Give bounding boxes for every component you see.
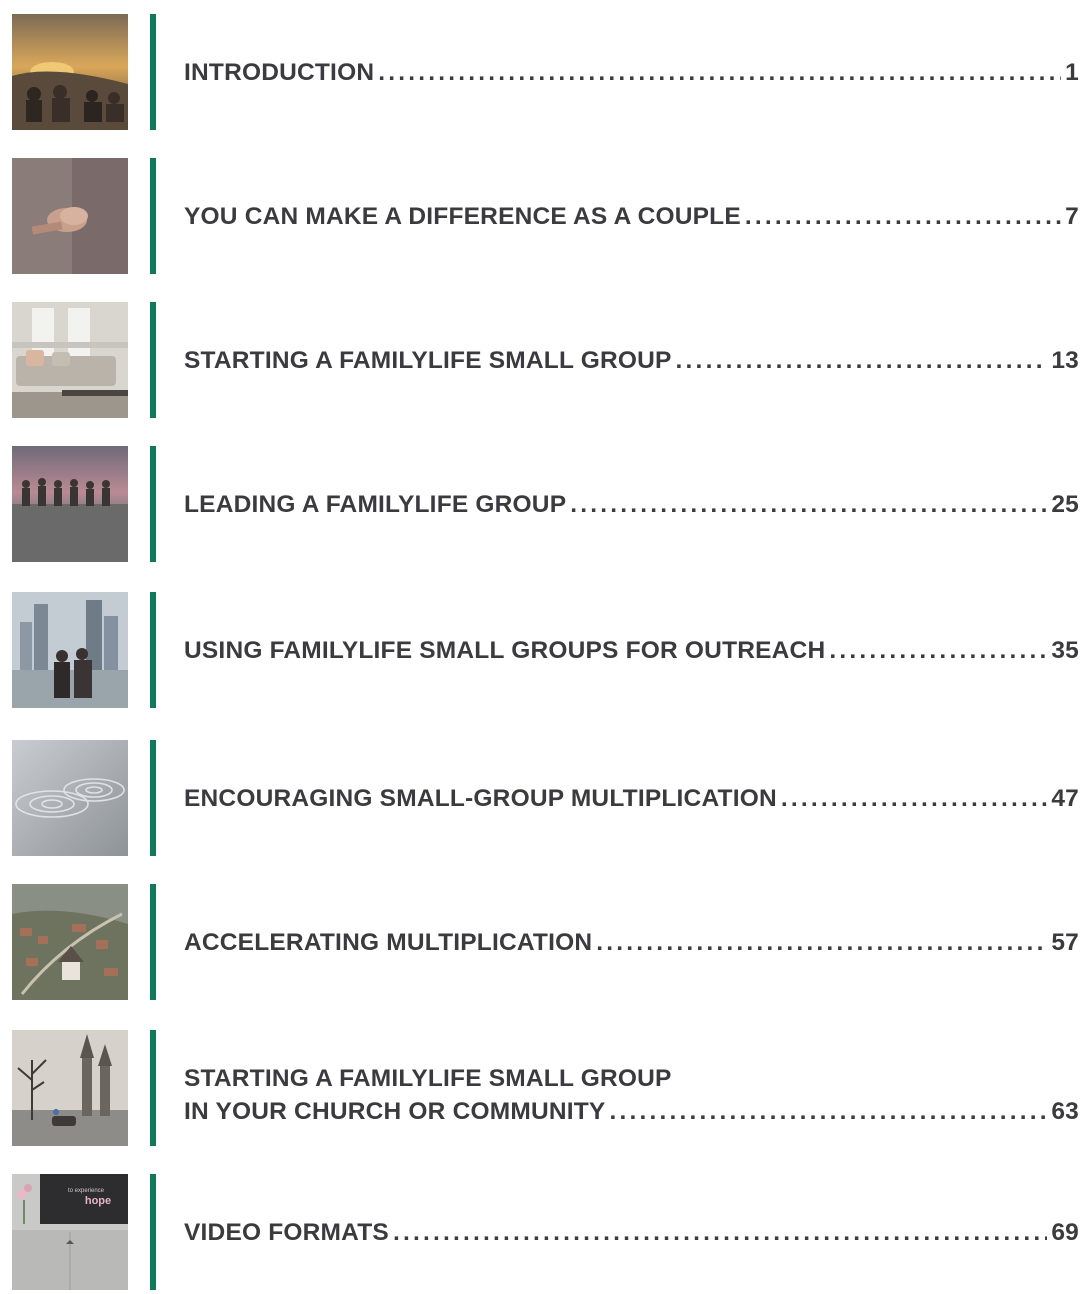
entry-title: ENCOURAGING SMALL-GROUP MULTIPLICATION xyxy=(184,784,777,812)
page-number: 57 xyxy=(1051,928,1079,956)
toc-row: ACCELERATING MULTIPLICATION ............… xyxy=(0,884,1081,1004)
toc-entry[interactable]: YOU CAN MAKE A DIFFERENCE AS A COUPLE ..… xyxy=(184,158,1079,274)
toc-entry[interactable]: INTRODUCTION ...........................… xyxy=(184,14,1079,130)
toc-entry[interactable]: ACCELERATING MULTIPLICATION ............… xyxy=(184,884,1079,1000)
page-number: 13 xyxy=(1051,346,1079,374)
dot-leader: ........................................… xyxy=(675,346,1048,374)
entry-title-line1: STARTING A FAMILYLIFE SMALL GROUP xyxy=(184,1065,672,1092)
accent-bar xyxy=(150,1174,156,1290)
entry-title: USING FAMILYLIFE SMALL GROUPS FOR OUTREA… xyxy=(184,636,826,664)
toc-entry[interactable]: USING FAMILYLIFE SMALL GROUPS FOR OUTREA… xyxy=(184,592,1079,708)
sunset-group-photo-icon xyxy=(12,14,128,130)
accent-bar xyxy=(150,302,156,418)
entry-title: IN YOUR CHURCH OR COMMUNITY xyxy=(184,1098,606,1125)
accent-bar xyxy=(150,884,156,1000)
page-number: 47 xyxy=(1051,784,1079,812)
page-number: 35 xyxy=(1051,636,1079,664)
entry-title: STARTING A FAMILYLIFE SMALL GROUP xyxy=(184,346,672,374)
holding-hands-photo-icon xyxy=(12,158,128,274)
accent-bar xyxy=(150,446,156,562)
water-ripples-photo-icon xyxy=(12,740,128,856)
toc-row: to experience hope VIDEO FORMATS .......… xyxy=(0,1174,1081,1294)
dot-leader: ........................................… xyxy=(829,636,1047,664)
entry-title: VIDEO FORMATS xyxy=(184,1218,389,1246)
page-number: 69 xyxy=(1051,1218,1079,1246)
toc-row: YOU CAN MAKE A DIFFERENCE AS A COUPLE ..… xyxy=(0,158,1081,278)
entry-title: INTRODUCTION xyxy=(184,58,375,86)
dot-leader: ........................................… xyxy=(392,1218,1047,1246)
dot-leader: ........................................… xyxy=(570,490,1048,518)
dot-leader: ........................................… xyxy=(609,1098,1047,1125)
aerial-town-photo-icon xyxy=(12,884,128,1000)
dot-leader: ........................................… xyxy=(780,784,1047,812)
silhouettes-photo-icon xyxy=(12,446,128,562)
entry-title: ACCELERATING MULTIPLICATION xyxy=(184,928,593,956)
page-number: 63 xyxy=(1051,1098,1079,1125)
toc-entry[interactable]: LEADING A FAMILYLIFE GROUP .............… xyxy=(184,446,1079,562)
church-street-photo-icon xyxy=(12,1030,128,1146)
table-of-contents: INTRODUCTION ...........................… xyxy=(0,0,1081,1291)
living-room-photo-icon xyxy=(12,302,128,418)
toc-entry[interactable]: ENCOURAGING SMALL-GROUP MULTIPLICATION .… xyxy=(184,740,1079,856)
page-number: 7 xyxy=(1065,202,1079,230)
toc-row: INTRODUCTION ...........................… xyxy=(0,14,1081,134)
dot-leader: ........................................… xyxy=(596,928,1047,956)
tv-caption-word: hope xyxy=(85,1195,111,1207)
entry-title: LEADING A FAMILYLIFE GROUP xyxy=(184,490,567,518)
entry-title: YOU CAN MAKE A DIFFERENCE AS A COUPLE xyxy=(184,202,741,230)
accent-bar xyxy=(150,1030,156,1146)
tv-caption-small: to experience xyxy=(68,1188,105,1194)
toc-row: USING FAMILYLIFE SMALL GROUPS FOR OUTREA… xyxy=(0,592,1081,712)
toc-row: STARTING A FAMILYLIFE SMALL GROUP ......… xyxy=(0,302,1081,422)
page-number: 1 xyxy=(1065,58,1079,86)
dot-leader: ........................................… xyxy=(378,58,1061,86)
toc-row: STARTING A FAMILYLIFE SMALL GROUP IN YOU… xyxy=(0,1030,1081,1150)
accent-bar xyxy=(150,14,156,130)
accent-bar xyxy=(150,740,156,856)
toc-row: LEADING A FAMILYLIFE GROUP .............… xyxy=(0,446,1081,566)
toc-entry[interactable]: STARTING A FAMILYLIFE SMALL GROUP IN YOU… xyxy=(184,1030,1079,1146)
toc-entry[interactable]: STARTING A FAMILYLIFE SMALL GROUP ......… xyxy=(184,302,1079,418)
accent-bar xyxy=(150,592,156,708)
page-number: 25 xyxy=(1051,490,1079,518)
city-couple-photo-icon xyxy=(12,592,128,708)
toc-entry[interactable]: VIDEO FORMATS ..........................… xyxy=(184,1174,1079,1290)
dot-leader: ........................................… xyxy=(744,202,1061,230)
accent-bar xyxy=(150,158,156,274)
tv-screen-photo-icon: to experience hope xyxy=(12,1174,128,1290)
toc-row: ENCOURAGING SMALL-GROUP MULTIPLICATION .… xyxy=(0,740,1081,860)
